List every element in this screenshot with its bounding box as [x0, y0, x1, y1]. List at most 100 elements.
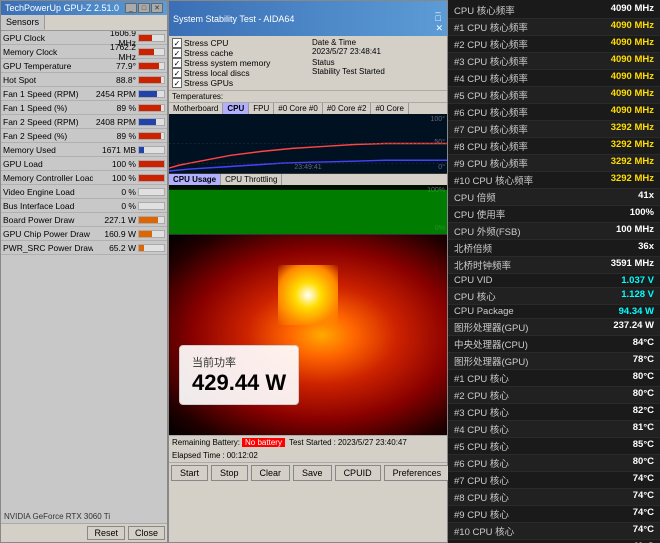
cpu-info-row: #9 CPU 核心频率3292 MHz	[448, 155, 660, 172]
power-label: 当前功率	[192, 354, 286, 370]
sensor-label: GPU Chip Power Draw	[3, 229, 93, 239]
cpu-info-value: 74°C	[574, 507, 654, 521]
cpu-info-label: 中央处理器(CPU)	[454, 337, 574, 351]
tab-cpu[interactable]: CPU	[223, 103, 249, 114]
sensor-value: 2454 RPM	[93, 89, 138, 99]
cpu-info-value: 4090 MHz	[574, 20, 654, 34]
elapsed-time-info: Elapsed Time: 00:12:02	[172, 451, 258, 460]
cpu-info-value: 3591 MHz	[574, 258, 654, 272]
tab-graphics-card[interactable]: Sensors	[1, 15, 45, 30]
sensor-label: Board Power Draw	[3, 215, 93, 225]
cpu-info-value: 82°C	[574, 405, 654, 419]
status-value: Stability Test Started	[312, 67, 444, 76]
cpu-info-value: 36x	[574, 241, 654, 255]
sensor-row: Bus Interface Load0 %	[1, 199, 167, 213]
sensor-bar-wrap	[138, 202, 165, 210]
cpu-info-label: #5 CPU 核心频率	[454, 88, 574, 102]
stress-memory-checkbox[interactable]: ✓	[172, 58, 182, 68]
cpu-info-row: #9 CPU 核心74°C	[448, 506, 660, 523]
cpu-info-value: 100%	[574, 207, 654, 221]
tab-fpu[interactable]: FPU	[249, 103, 274, 114]
tab-cpu-throttling[interactable]: CPU Throttling	[221, 174, 282, 185]
power-display: 当前功率 429.44 W	[179, 345, 299, 405]
gpu-z-title: TechPowerUp GPU-Z 2.51.0	[5, 3, 119, 13]
graph-tabs: Motherboard CPU FPU #0 Core #0 #0 Core #…	[169, 103, 447, 114]
reset-button[interactable]: Reset	[87, 526, 125, 540]
sensor-label: GPU Load	[3, 159, 93, 169]
tab-core0[interactable]: #0 Core #0	[274, 103, 323, 114]
stress-cpu-checkbox[interactable]: ✓	[172, 38, 182, 48]
cpuid-button[interactable]: CPUID	[335, 465, 381, 481]
tab-core3[interactable]: #0 Core	[371, 103, 408, 114]
sensor-bar	[139, 49, 154, 55]
sensor-bar	[139, 77, 161, 83]
sensor-label: Fan 2 Speed (RPM)	[3, 117, 93, 127]
cpu-info-row: #5 CPU 核心频率4090 MHz	[448, 87, 660, 104]
cpu-info-label: 北桥倍频	[454, 241, 574, 255]
cpu-info-label: #5 CPU 核心	[454, 439, 574, 453]
save-button[interactable]: Save	[293, 465, 332, 481]
gpu-z-close-button[interactable]: ✕	[151, 3, 163, 13]
sensor-row: Memory Controller Load100 %	[1, 171, 167, 185]
cpu-info-label: #9 CPU 核心	[454, 507, 574, 521]
cpu-info-value: 4090 MHz	[574, 71, 654, 85]
stress-cache-checkbox[interactable]: ✓	[172, 48, 182, 58]
cpu-info-row: CPU 倍频41x	[448, 189, 660, 206]
cpu-info-label: #4 CPU 核心	[454, 422, 574, 436]
sensor-row: PWR_SRC Power Draw65.2 W	[1, 241, 167, 255]
sensor-row: Board Power Draw227.1 W	[1, 213, 167, 227]
sensor-bar-wrap	[138, 230, 165, 238]
cpu-info-value: 78°C	[574, 354, 654, 368]
stress-local-row: ✓ Stress local discs	[172, 68, 308, 78]
stability-maximize-button[interactable]: □	[435, 13, 443, 23]
sensor-row: Fan 1 Speed (%)89 %	[1, 101, 167, 115]
gpu-z-win-buttons: _ □ ✕	[125, 3, 163, 13]
cpu-info-value: 4090 MHz	[574, 54, 654, 68]
minimize-button[interactable]: _	[125, 3, 137, 13]
cpu-info-label: CPU 外频(FSB)	[454, 224, 574, 238]
sensor-label: GPU Temperature	[3, 61, 93, 71]
tab-cpu-usage[interactable]: CPU Usage	[169, 174, 221, 185]
cpu-info-label: #6 CPU 核心频率	[454, 105, 574, 119]
cpu-info-label: #10 CPU 核心频率	[454, 173, 574, 187]
stop-button[interactable]: Stop	[211, 465, 248, 481]
sensor-bar	[139, 231, 152, 237]
maximize-button[interactable]: □	[138, 3, 150, 13]
cpu-info-row: #2 CPU 核心80°C	[448, 387, 660, 404]
cpu-info-value: 4090 MHz	[574, 3, 654, 17]
sensor-row: GPU Chip Power Draw160.9 W	[1, 227, 167, 241]
stress-gpu-label: Stress GPUs	[184, 78, 233, 88]
start-button[interactable]: Start	[171, 465, 208, 481]
close-button[interactable]: Close	[128, 526, 165, 540]
stress-cpu-label: Stress CPU	[184, 38, 228, 48]
sensor-bar	[139, 245, 144, 251]
tab-core2[interactable]: #0 Core #2	[323, 103, 372, 114]
temp-time-label: 23:49:41	[294, 164, 321, 171]
clear-button[interactable]: Clear	[251, 465, 291, 481]
preferences-button[interactable]: Preferences	[384, 465, 451, 481]
cpu-info-row: 北桥时钟频率3591 MHz	[448, 257, 660, 274]
sensors-area: GPU Clock1606.9 MHzMemory Clock1762.2 MH…	[1, 31, 167, 510]
sensor-value: 1762.2 MHz	[93, 42, 138, 62]
cpu-info-label: CPU 倍频	[454, 190, 574, 204]
sensor-value: 88.8°	[93, 75, 138, 85]
cpu-info-row: #2 CPU 核心频率4090 MHz	[448, 36, 660, 53]
sensor-label: Bus Interface Load	[3, 201, 93, 211]
stability-minimize-button[interactable]: _	[435, 3, 443, 13]
cpu-info-value: 80°C	[574, 371, 654, 385]
sensor-label: Memory Clock	[3, 47, 93, 57]
cpu-info-row: #6 CPU 核心频率4090 MHz	[448, 104, 660, 121]
stress-local-checkbox[interactable]: ✓	[172, 68, 182, 78]
cpu-info-label: #6 CPU 核心	[454, 456, 574, 470]
battery-status: No battery	[242, 438, 285, 447]
stress-col-1: ✓ Stress CPU ✓ Stress cache ✓ Stress sys…	[172, 38, 308, 88]
sensor-label: Memory Used	[3, 145, 93, 155]
tab-motherboard[interactable]: Motherboard	[169, 103, 223, 114]
control-buttons-row: Start Stop Clear Save CPUID Preferences	[169, 462, 447, 483]
explosion-center	[278, 265, 338, 325]
stress-gpu-checkbox[interactable]: ✓	[172, 78, 182, 88]
sensor-label: PWR_SRC Power Draw	[3, 243, 93, 253]
stability-close-button[interactable]: ✕	[435, 23, 443, 34]
stress-cache-row: ✓ Stress cache	[172, 48, 308, 58]
cpu-info-label: #8 CPU 核心	[454, 490, 574, 504]
